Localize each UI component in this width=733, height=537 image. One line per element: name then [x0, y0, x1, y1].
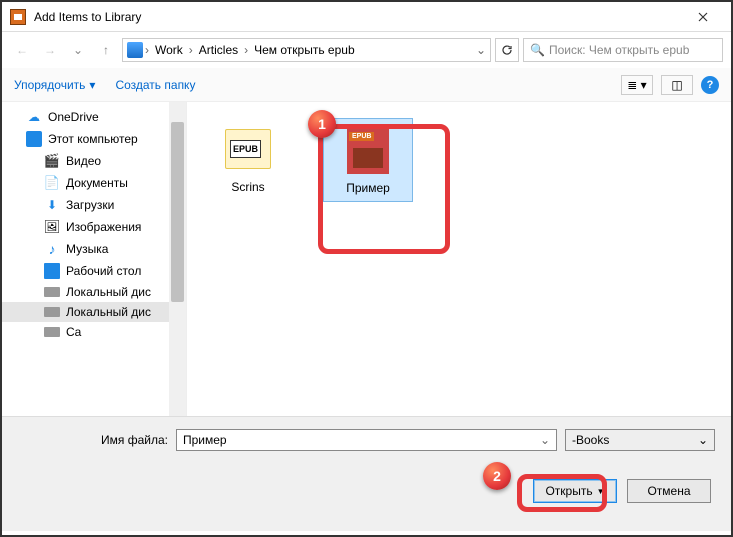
- sidebar-item[interactable]: Локальный дис: [2, 302, 186, 322]
- chevron-down-icon[interactable]: ⌄: [476, 43, 486, 57]
- filename-input[interactable]: Пример ⌄: [176, 429, 557, 451]
- sidebar-item[interactable]: Видео: [2, 150, 186, 172]
- sidebar-item[interactable]: Этот компьютер: [2, 128, 186, 150]
- cloud-icon: ☁: [26, 109, 42, 125]
- up-button[interactable]: ↑: [94, 38, 118, 62]
- chevron-right-icon: ›: [189, 43, 193, 57]
- content-area: ☁ OneDrive Этот компьютер Видео Документы Заг…: [2, 102, 731, 416]
- pics-icon: [44, 219, 60, 235]
- sidebar-item-label: Музыка: [66, 242, 108, 256]
- pc-icon: [26, 131, 42, 147]
- close-icon: [698, 12, 708, 22]
- video-icon: [44, 153, 60, 169]
- titlebar: Add Items to Library: [2, 2, 731, 32]
- docs-icon: [44, 175, 60, 191]
- sidebar-item-label: OneDrive: [48, 110, 99, 124]
- file-list[interactable]: Scrins Пример: [187, 102, 731, 416]
- annotation-callout: 1: [308, 110, 336, 138]
- sidebar-item-label: Документы: [66, 176, 128, 190]
- sidebar-item-label: Видео: [66, 154, 101, 168]
- sidebar-item-label: Ca: [66, 325, 81, 339]
- annotation-callout: 2: [483, 462, 511, 490]
- organize-menu[interactable]: Упорядочить ▾: [14, 78, 95, 92]
- filetype-dropdown[interactable]: -Books ⌄: [565, 429, 715, 451]
- open-button[interactable]: Открыть ▼: [533, 479, 617, 503]
- refresh-button[interactable]: [495, 38, 519, 62]
- forward-button[interactable]: →: [38, 38, 62, 62]
- breadcrumb-item[interactable]: Чем открыть epub: [250, 43, 359, 57]
- sidebar-item-label: Этот компьютер: [48, 132, 138, 146]
- sidebar-item[interactable]: ☁ OneDrive: [2, 106, 186, 128]
- drive-icon: [44, 307, 60, 317]
- sidebar-item-label: Изображения: [66, 220, 141, 234]
- sidebar-item[interactable]: Ca: [2, 322, 186, 342]
- breadcrumb-item[interactable]: Articles: [195, 43, 242, 57]
- app-icon: [10, 9, 26, 25]
- close-button[interactable]: [683, 3, 723, 31]
- dialog-footer: Имя файла: Пример ⌄ -Books ⌄ Открыть ▼ О…: [2, 416, 731, 531]
- sidebar-item[interactable]: Изображения: [2, 216, 186, 238]
- file-item[interactable]: Пример: [323, 118, 413, 202]
- sidebar-item[interactable]: Рабочий стол: [2, 260, 186, 282]
- file-label: Scrins: [231, 180, 264, 194]
- search-placeholder: Поиск: Чем открыть epub: [549, 43, 689, 57]
- help-button[interactable]: ?: [701, 76, 719, 94]
- scrollbar-thumb[interactable]: [171, 122, 184, 302]
- sidebar-item-label: Рабочий стол: [66, 264, 141, 278]
- chevron-down-icon: ▾: [89, 78, 95, 92]
- breadcrumb[interactable]: › Work › Articles › Чем открыть epub ⌄: [122, 38, 491, 62]
- toolbar: Упорядочить ▾ Создать папку ≣ ▾ ◫ ?: [2, 68, 731, 102]
- music-icon: [44, 241, 60, 257]
- sidebar: ☁ OneDrive Этот компьютер Видео Документы Заг…: [2, 102, 187, 416]
- drive-icon: [127, 42, 143, 58]
- split-dropdown-icon: ▼: [597, 487, 605, 496]
- scrollbar[interactable]: [169, 102, 186, 416]
- sidebar-item-label: Локальный дис: [66, 305, 151, 319]
- sidebar-item-label: Загрузки: [66, 198, 114, 212]
- cancel-button[interactable]: Отмена: [627, 479, 711, 503]
- file-label: Пример: [346, 181, 390, 195]
- chevron-right-icon: ›: [145, 43, 149, 57]
- search-icon: 🔍: [530, 43, 545, 57]
- down-icon: [44, 197, 60, 213]
- chevron-down-icon: ⌄: [698, 433, 708, 447]
- recent-dropdown[interactable]: ⌄: [66, 38, 90, 62]
- sidebar-item[interactable]: Музыка: [2, 238, 186, 260]
- drive-icon: [44, 287, 60, 297]
- sidebar-item[interactable]: Загрузки: [2, 194, 186, 216]
- sidebar-item-label: Локальный дис: [66, 285, 151, 299]
- filename-label: Имя файла:: [18, 433, 168, 447]
- preview-pane-button[interactable]: ◫: [661, 75, 693, 95]
- chevron-down-icon[interactable]: ⌄: [540, 433, 550, 447]
- view-options-button[interactable]: ≣ ▾: [621, 75, 653, 95]
- file-item[interactable]: Scrins: [203, 118, 293, 200]
- window-title: Add Items to Library: [34, 10, 683, 24]
- navbar: ← → ⌄ ↑ › Work › Articles › Чем открыть …: [2, 32, 731, 68]
- search-input[interactable]: 🔍 Поиск: Чем открыть epub: [523, 38, 723, 62]
- breadcrumb-item[interactable]: Work: [151, 43, 187, 57]
- back-button[interactable]: ←: [10, 38, 34, 62]
- drive-icon: [44, 327, 60, 337]
- sidebar-item[interactable]: Документы: [2, 172, 186, 194]
- sidebar-item[interactable]: Локальный дис: [2, 282, 186, 302]
- folder-icon: [223, 124, 273, 174]
- refresh-icon: [501, 44, 513, 56]
- epub-icon: [343, 125, 393, 175]
- desk-icon: [44, 263, 60, 279]
- new-folder-button[interactable]: Создать папку: [115, 78, 195, 92]
- chevron-right-icon: ›: [244, 43, 248, 57]
